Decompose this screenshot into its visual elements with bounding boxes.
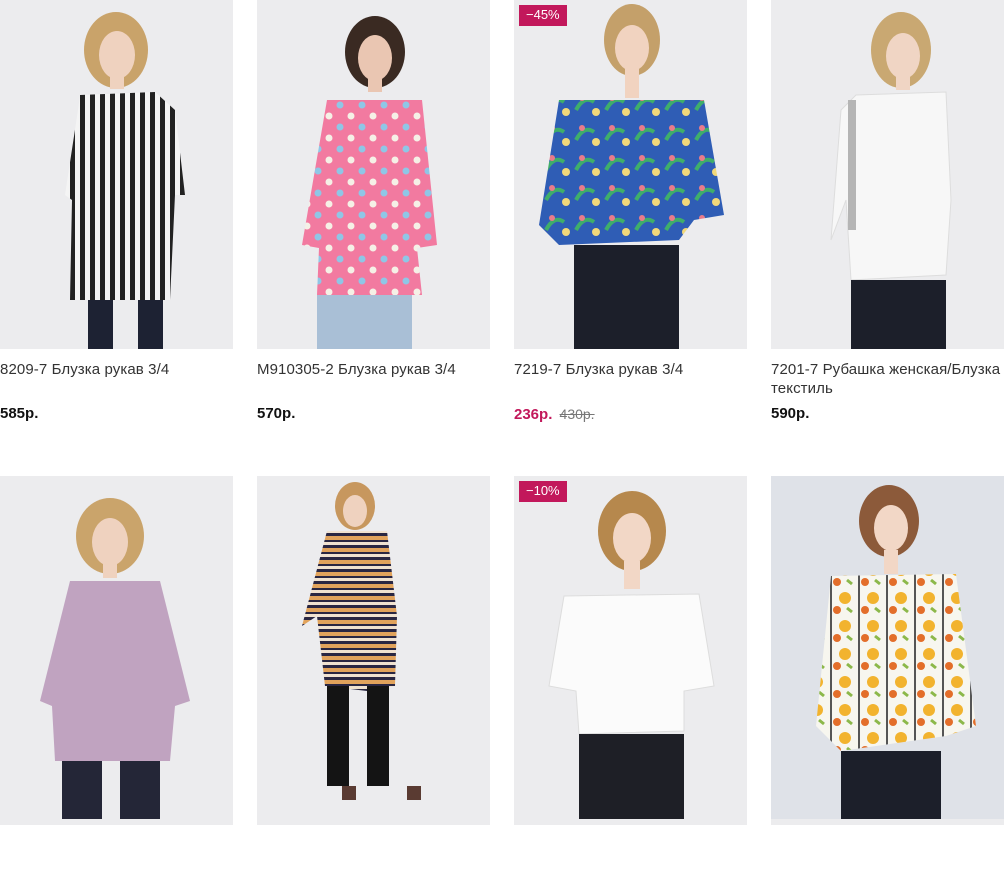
product-card[interactable]: −10% <box>514 476 747 874</box>
product-prices: 236р. 430р. <box>514 405 747 424</box>
discount-badge: −45% <box>519 5 567 26</box>
product-name[interactable] <box>514 836 747 874</box>
discount-badge: −10% <box>519 481 567 502</box>
product-name[interactable]: 7219-7 Блузка рукав 3/4 <box>514 360 747 398</box>
product-card[interactable]: M910305-2 Блузка рукав 3/4 570р. <box>257 0 490 423</box>
product-price: 590р. <box>771 405 810 422</box>
product-name[interactable]: M910305-2 Блузка рукав 3/4 <box>257 360 490 398</box>
product-card[interactable] <box>771 476 1004 874</box>
product-old-price: 430р. <box>559 406 595 422</box>
product-photo[interactable] <box>0 0 233 349</box>
product-photo[interactable]: −45% <box>514 0 747 349</box>
product-photo[interactable]: −10% <box>514 476 747 825</box>
product-photo[interactable] <box>771 0 1004 349</box>
product-photo[interactable] <box>771 476 1004 825</box>
product-prices: 590р. <box>771 405 1004 423</box>
product-sale-price: 236р. <box>514 406 553 423</box>
product-photo[interactable] <box>257 0 490 349</box>
product-name[interactable] <box>0 836 233 874</box>
product-card[interactable]: 7201-7 Рубашка женская/Блузка текстиль 5… <box>771 0 1004 423</box>
product-name[interactable]: 8209-7 Блузка рукав 3/4 <box>0 360 233 398</box>
product-card[interactable] <box>0 476 233 874</box>
product-card[interactable]: −45% 7219-7 Блузка рукав 3/4 236р. 430р. <box>514 0 747 424</box>
product-card[interactable]: 8209-7 Блузка рукав 3/4 585р. <box>0 0 233 423</box>
product-photo[interactable] <box>0 476 233 825</box>
product-name[interactable]: 7201-7 Рубашка женская/Блузка текстиль <box>771 360 1004 398</box>
product-price: 585р. <box>0 405 39 422</box>
product-photo[interactable] <box>257 476 490 825</box>
product-prices: 570р. <box>257 405 490 423</box>
product-prices: 585р. <box>0 405 233 423</box>
product-price: 570р. <box>257 405 296 422</box>
product-name[interactable] <box>257 836 490 874</box>
product-name[interactable] <box>771 836 1004 874</box>
product-card[interactable] <box>257 476 490 874</box>
